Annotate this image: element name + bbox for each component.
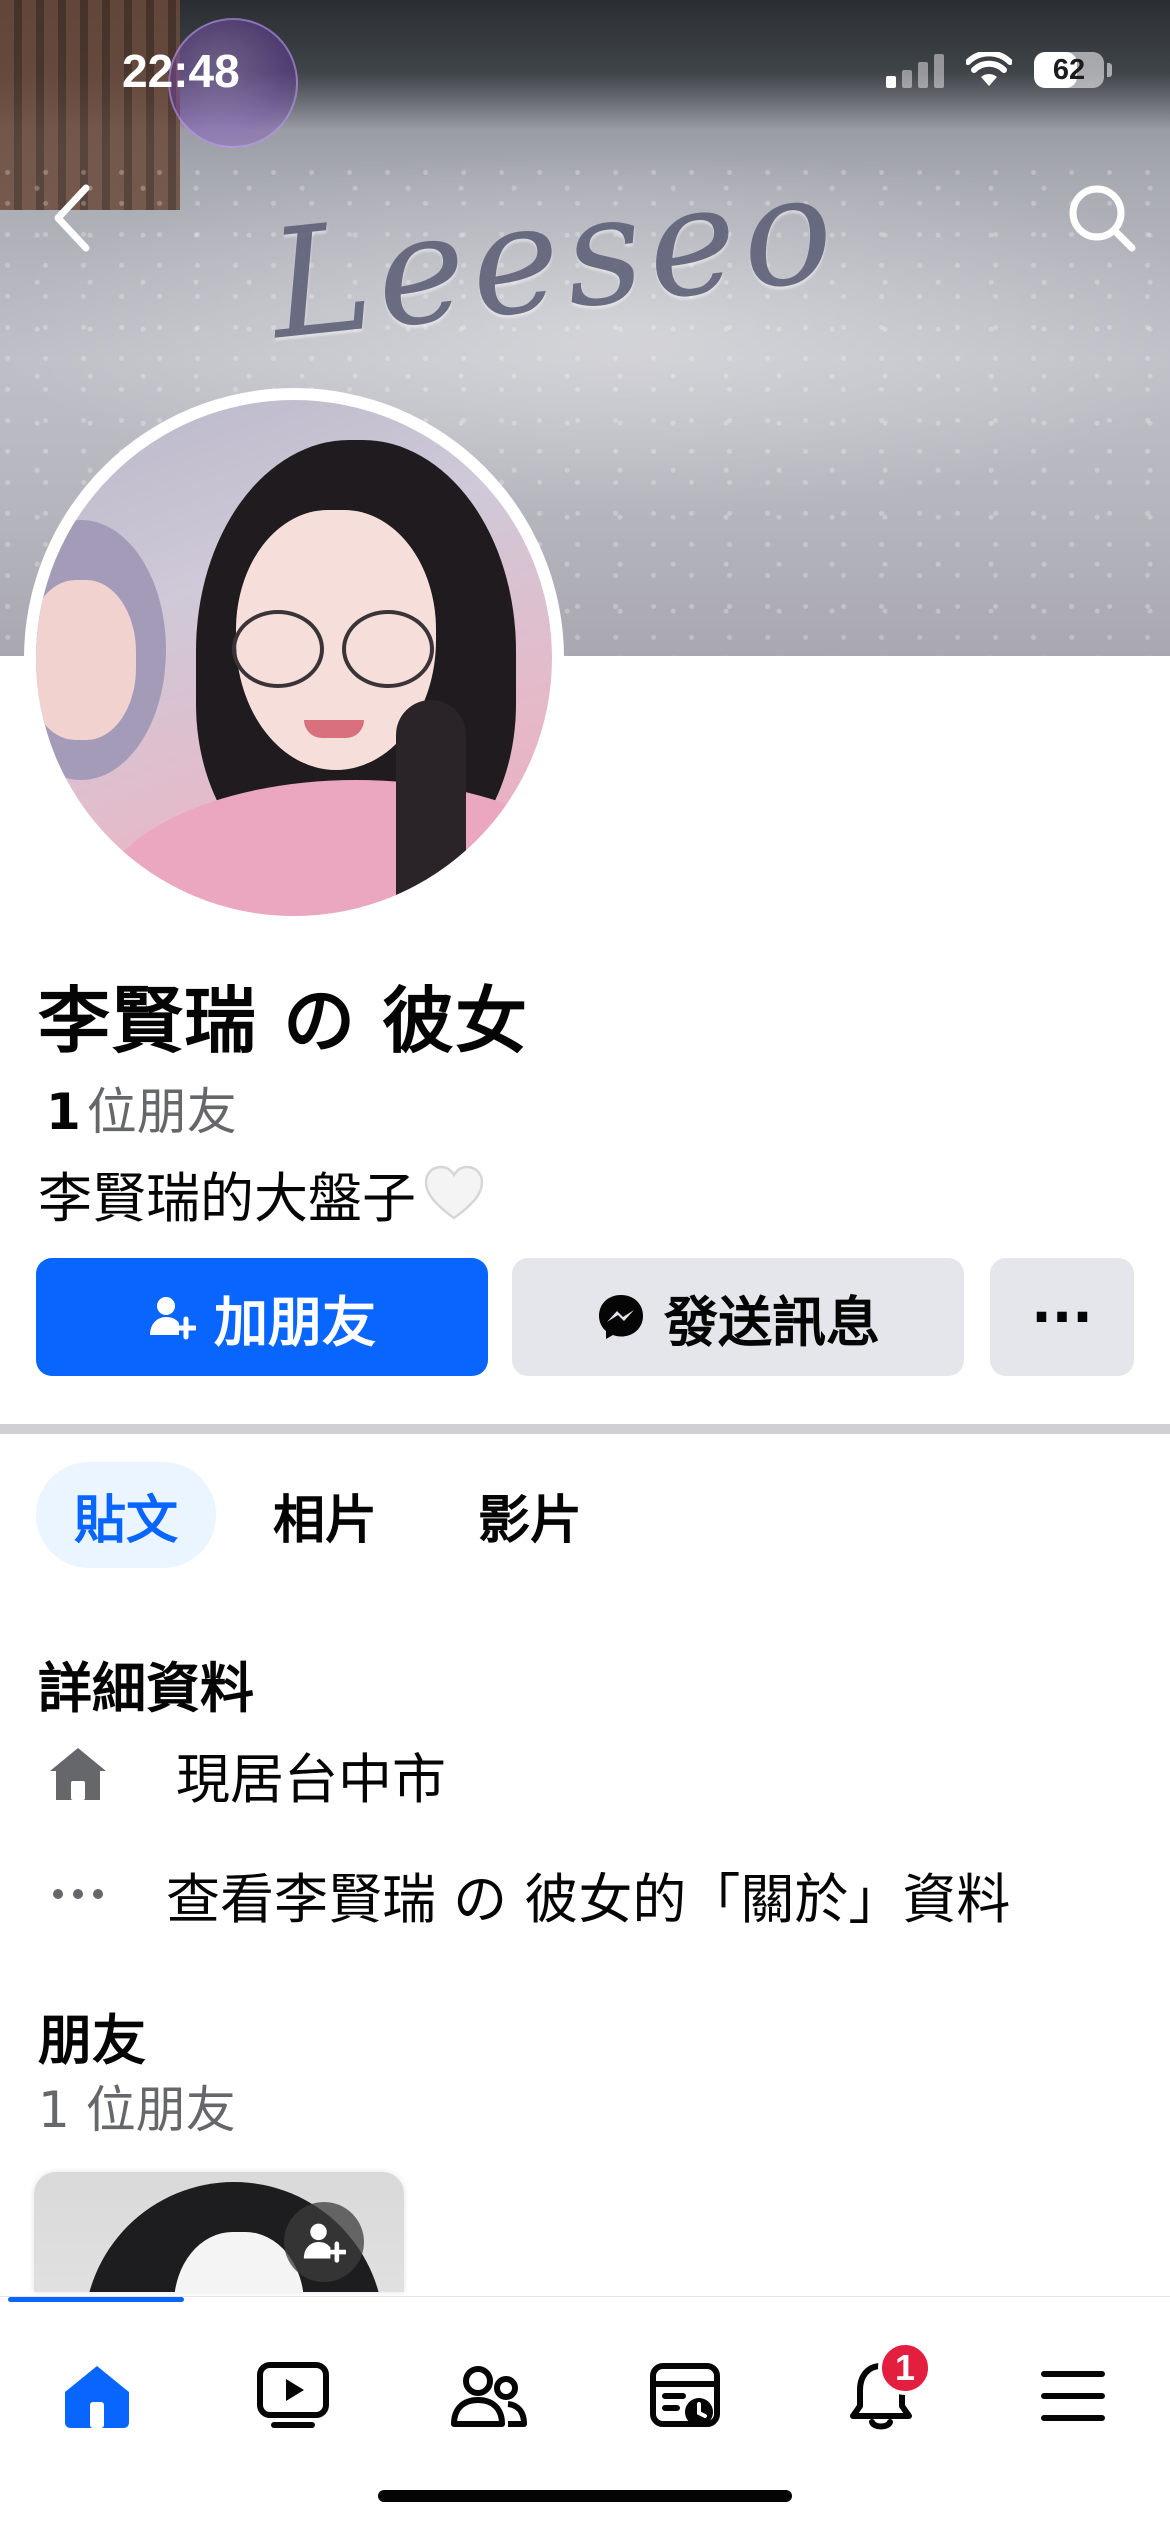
more-options-button[interactable]: ··· <box>990 1258 1134 1376</box>
friend-count-number: 1 <box>46 1083 81 1141</box>
signal-icon <box>886 52 944 88</box>
profile-picture-image <box>36 400 552 916</box>
friend-add-button[interactable] <box>284 2202 364 2282</box>
nav-menu[interactable] <box>1018 2341 1128 2451</box>
messenger-icon <box>599 1295 643 1339</box>
details-title: 詳細資料 <box>38 1657 254 1720</box>
home-indicator <box>378 2490 792 2502</box>
friends-section-count: 1 位朋友 <box>38 2081 236 2139</box>
more-options-label: ··· <box>1031 1285 1093 1349</box>
video-icon <box>257 2362 329 2428</box>
search-icon <box>1069 185 1136 252</box>
notification-badge: 1 <box>878 2341 932 2395</box>
friends-title: 朋友 <box>38 2009 146 2072</box>
add-friend-button[interactable]: 加朋友 <box>36 1258 488 1376</box>
add-friend-label: 加朋友 <box>214 1290 376 1354</box>
tab-posts[interactable]: 貼文 <box>36 1462 216 1568</box>
battery-level: 62 <box>1052 53 1086 86</box>
nav-marketplace[interactable] <box>630 2341 740 2451</box>
back-button[interactable] <box>34 180 110 256</box>
active-tab-indicator <box>8 2297 184 2302</box>
home-detail-icon <box>38 1734 118 1814</box>
wifi-icon <box>966 52 1012 86</box>
status-icons: 62 <box>886 52 1112 88</box>
ellipsis-icon <box>38 1854 118 1934</box>
tab-photos[interactable]: 相片 <box>250 1462 400 1568</box>
profile-picture[interactable] <box>24 388 564 928</box>
status-time: 22:48 <box>122 45 240 97</box>
send-message-label: 發送訊息 <box>664 1290 880 1354</box>
battery-cap <box>1107 63 1112 77</box>
menu-icon <box>1041 2371 1105 2421</box>
nav-friends[interactable] <box>434 2341 544 2451</box>
residence-text: 現居台中市 <box>176 1747 446 1811</box>
chevron-left-icon <box>54 184 90 252</box>
nav-home[interactable] <box>42 2341 152 2451</box>
friend-card[interactable] <box>34 2172 404 2292</box>
add-friend-icon <box>303 2223 346 2263</box>
home-icon <box>65 2366 129 2428</box>
nav-video[interactable] <box>238 2341 348 2451</box>
profile-friend-count[interactable]: 1 位朋友 <box>46 1072 237 1144</box>
add-friend-icon <box>150 1297 196 1340</box>
section-divider <box>0 1424 1170 1434</box>
profile-name: 李賢瑞 の 彼女 <box>38 979 529 1063</box>
friend-count-label: 位朋友 <box>86 1083 237 1141</box>
bio-text: 李賢瑞的大盤子 <box>38 1167 416 1230</box>
about-link-row[interactable]: 查看李賢瑞 の 彼女的「關於」資料 <box>38 1854 1010 1934</box>
battery-icon: 62 <box>1034 52 1104 88</box>
friends-icon <box>451 2366 527 2427</box>
about-link-text: 查看李賢瑞 の 彼女的「關於」資料 <box>166 1867 1011 1931</box>
marketplace-icon <box>650 2363 720 2427</box>
residence-row: 現居台中市 <box>38 1734 446 1814</box>
send-message-button[interactable]: 發送訊息 <box>512 1258 964 1376</box>
search-button[interactable] <box>1064 180 1140 256</box>
white-heart-icon <box>424 1165 484 1220</box>
nav-notifications[interactable]: 1 <box>826 2341 936 2451</box>
tab-videos[interactable]: 影片 <box>460 1462 600 1568</box>
profile-bio: 李賢瑞的大盤子 <box>38 1154 486 1233</box>
